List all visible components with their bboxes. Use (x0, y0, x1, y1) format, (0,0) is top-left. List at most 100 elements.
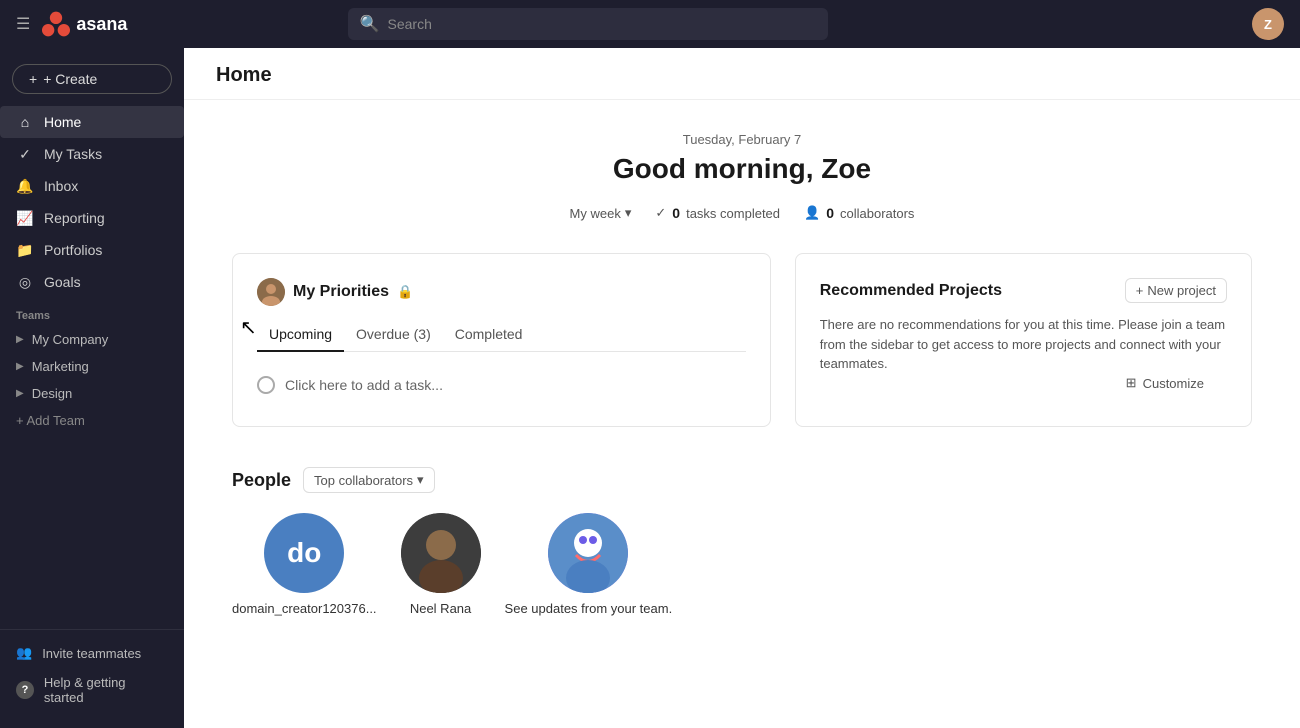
teams-section-label: Teams (0, 298, 184, 326)
main-content: Home Tuesday, February 7 Good morning, Z… (184, 48, 1300, 728)
page-title: Home (216, 64, 1268, 99)
sidebar-item-goals[interactable]: ◎ Goals (0, 266, 184, 298)
person-card[interactable]: See updates from your team. (505, 513, 673, 616)
bell-icon: 🔔 (16, 177, 34, 195)
asana-logo-icon (42, 10, 70, 38)
sidebar-item-label: Goals (44, 274, 81, 290)
panel-tabs: Upcoming Overdue (3) Completed (257, 318, 746, 352)
search-input[interactable] (388, 16, 816, 32)
lock-icon: 🔒 (397, 284, 413, 300)
footer-label: Help & getting started (44, 675, 168, 705)
new-project-label: New project (1147, 283, 1216, 298)
team-label: Design (32, 386, 72, 401)
sidebar-item-reporting[interactable]: 📈 Reporting (0, 202, 184, 234)
top-collaborators-button[interactable]: Top collaborators ▾ (303, 467, 435, 493)
chevron-right-icon: ▶ (16, 334, 24, 345)
sidebar-item-label: My Tasks (44, 146, 102, 162)
filter-label: Top collaborators (314, 473, 413, 488)
hamburger-icon[interactable]: ☰ (16, 14, 30, 34)
add-task-label: Click here to add a task... (285, 377, 443, 393)
sidebar-item-home[interactable]: ⌂ Home (0, 106, 184, 138)
tab-upcoming[interactable]: Upcoming (257, 318, 344, 352)
sidebar-team-my-company[interactable]: ▶ My Company (0, 326, 184, 353)
add-team-button[interactable]: + Add Team (0, 407, 184, 434)
tasks-completed-count: 0 (672, 205, 680, 221)
collaborators-label: collaborators (840, 206, 914, 221)
recommended-panel: Recommended Projects + New project There… (795, 253, 1252, 427)
panel-header: My Priorities 🔒 (257, 278, 746, 306)
home-icon: ⌂ (16, 113, 34, 131)
priorities-panel: My Priorities 🔒 Upcoming Overdue (3) Com… (232, 253, 771, 427)
help-button[interactable]: ? Help & getting started (0, 668, 184, 712)
user-avatar (257, 278, 285, 306)
person-avatar-img (401, 513, 481, 593)
sidebar-item-label: Portfolios (44, 242, 102, 258)
my-week-stat: My week ▾ (570, 205, 632, 221)
tasks-icon: ✓ (16, 145, 34, 163)
recommended-empty-text: There are no recommendations for you at … (820, 315, 1227, 374)
sidebar-team-marketing[interactable]: ▶ Marketing (0, 353, 184, 380)
plus-icon: + (1136, 283, 1144, 298)
topbar-right: Z (1252, 8, 1284, 40)
greeting-section: Tuesday, February 7 Good morning, Zoe My… (232, 132, 1252, 221)
people-header: People Top collaborators ▾ (232, 467, 1252, 493)
footer-label: Invite teammates (42, 646, 141, 661)
create-label: + Create (43, 71, 97, 87)
recommended-panel-title: Recommended Projects (820, 282, 1002, 300)
chart-icon: 📈 (16, 209, 34, 227)
create-button[interactable]: + + Create (12, 64, 172, 94)
people-title: People (232, 470, 291, 491)
tab-overdue[interactable]: Overdue (3) (344, 318, 443, 352)
chevron-right-icon: ▶ (16, 361, 24, 372)
sidebar-item-label: Reporting (44, 210, 105, 226)
checkmark-icon: ✓ (655, 205, 666, 221)
person-card[interactable]: Neel Rana (401, 513, 481, 616)
people-section: People Top collaborators ▾ do domain_cre… (232, 467, 1252, 616)
person-name: domain_creator120376... (232, 601, 377, 616)
greeting-date: Tuesday, February 7 (232, 132, 1252, 147)
topbar: ☰ asana 🔍 Z (0, 0, 1300, 48)
customize-icon: ⊞ (1126, 375, 1137, 391)
panels-row: My Priorities 🔒 Upcoming Overdue (3) Com… (232, 253, 1252, 427)
sidebar-item-label: Inbox (44, 178, 78, 194)
sidebar-item-label: Home (44, 114, 81, 130)
my-week-button[interactable]: My week ▾ (570, 205, 632, 221)
people-icon: 👥 (16, 645, 32, 661)
app-body: + + Create ⌂ Home ✓ My Tasks 🔔 Inbox 📈 R… (0, 48, 1300, 728)
priorities-panel-title: My Priorities (293, 283, 389, 301)
person-name: Neel Rana (410, 601, 471, 616)
add-task-row[interactable]: Click here to add a task... (257, 368, 746, 402)
team-label: Marketing (32, 359, 89, 374)
person-initials: do (287, 537, 321, 569)
sidebar-item-my-tasks[interactable]: ✓ My Tasks (0, 138, 184, 170)
avatar[interactable]: Z (1252, 8, 1284, 40)
plus-icon: + (29, 71, 37, 87)
sidebar-item-inbox[interactable]: 🔔 Inbox (0, 170, 184, 202)
goals-icon: ◎ (16, 273, 34, 291)
tab-completed[interactable]: Completed (443, 318, 535, 352)
search-bar[interactable]: 🔍 (348, 8, 828, 40)
person-card[interactable]: do domain_creator120376... (232, 513, 377, 616)
sidebar-team-design[interactable]: ▶ Design (0, 380, 184, 407)
sidebar-item-portfolios[interactable]: 📁 Portfolios (0, 234, 184, 266)
task-circle-icon (257, 376, 275, 394)
collaborators-stat: 👤 0 collaborators (804, 205, 914, 221)
person-name: See updates from your team. (505, 601, 673, 616)
team-label: My Company (32, 332, 109, 347)
customize-button[interactable]: ⊞ Customize (1126, 375, 1204, 391)
invite-teammates-button[interactable]: 👥 Invite teammates (0, 638, 184, 668)
new-project-button[interactable]: + New project (1125, 278, 1227, 303)
topbar-left: ☰ asana (16, 10, 127, 38)
person-avatar (401, 513, 481, 593)
person-avatar (548, 513, 628, 593)
page-header: Home (184, 48, 1300, 100)
greeting-text: Good morning, Zoe (232, 153, 1252, 185)
chevron-down-icon: ▾ (625, 205, 632, 221)
logo-text: asana (76, 14, 127, 35)
people-icon: 👤 (804, 205, 820, 221)
person-avatar: do (264, 513, 344, 593)
chevron-down-icon: ▾ (417, 472, 424, 488)
portfolio-icon: 📁 (16, 241, 34, 259)
asana-logo: asana (42, 10, 127, 38)
stats-row: My week ▾ ✓ 0 tasks completed 👤 0 collab… (232, 205, 1252, 221)
